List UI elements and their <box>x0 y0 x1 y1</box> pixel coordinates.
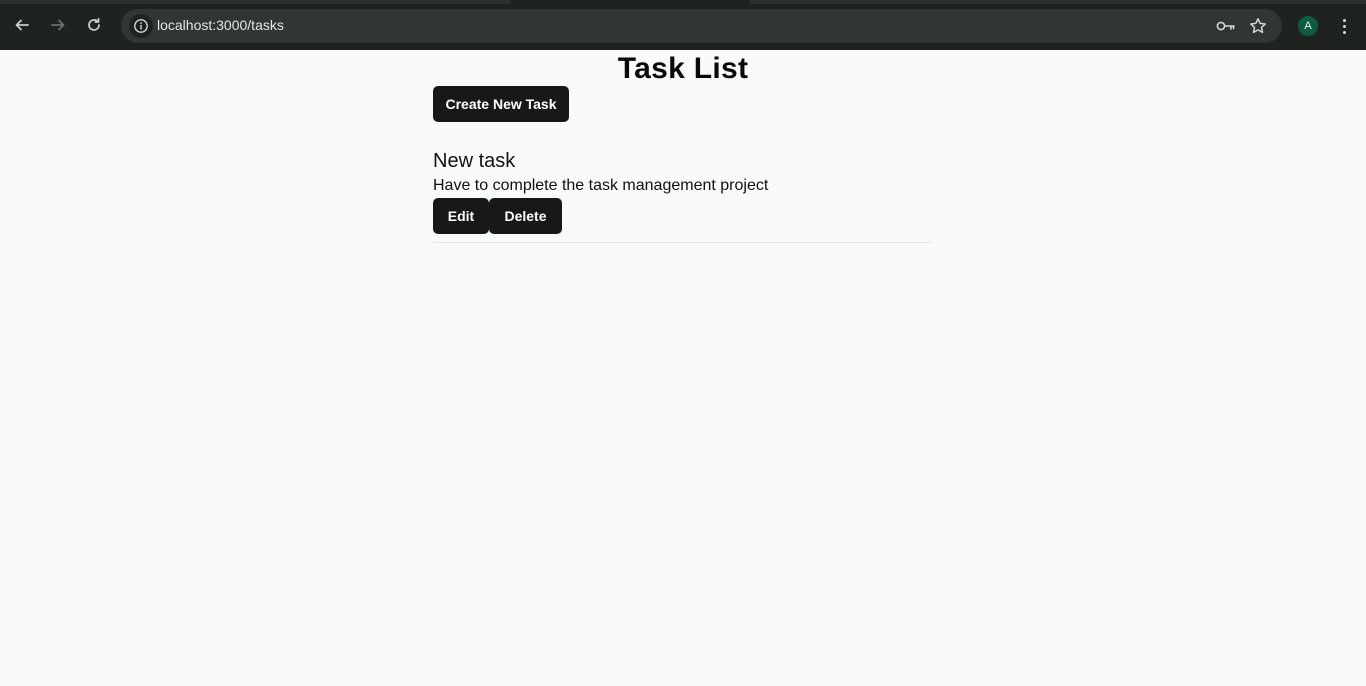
task-description: Have to complete the task management pro… <box>433 177 769 194</box>
task-list-container: Create New Task New task Have to complet… <box>433 86 933 243</box>
address-bar[interactable]: localhost:3000/tasks <box>121 9 1282 43</box>
delete-task-button[interactable]: Delete <box>489 198 562 234</box>
page-title: Task List <box>617 52 749 85</box>
url-text[interactable]: localhost:3000/tasks <box>157 17 284 33</box>
profile-initial: A <box>1304 20 1312 32</box>
forward-arrow-icon[interactable] <box>45 12 71 38</box>
page-content: Task List Create New Task New task Have … <box>0 50 1366 686</box>
browser-toolbar: localhost:3000/tasks A <box>0 0 1366 50</box>
task-title: New task <box>433 150 516 172</box>
task-actions: Edit Delete <box>433 198 933 234</box>
info-icon[interactable] <box>129 14 153 38</box>
star-icon[interactable] <box>1247 15 1269 37</box>
active-tab-edge <box>510 0 750 4</box>
back-arrow-icon[interactable] <box>9 12 35 38</box>
key-icon[interactable] <box>1215 15 1237 37</box>
profile-avatar[interactable]: A <box>1298 16 1318 36</box>
create-new-task-button[interactable]: Create New Task <box>433 86 569 122</box>
vertical-dots-icon[interactable] <box>1334 14 1354 38</box>
edit-task-button[interactable]: Edit <box>433 198 489 234</box>
tab-strip <box>0 0 1366 4</box>
task-item: New task Have to complete the task manag… <box>433 150 933 243</box>
reload-icon[interactable] <box>81 12 107 38</box>
